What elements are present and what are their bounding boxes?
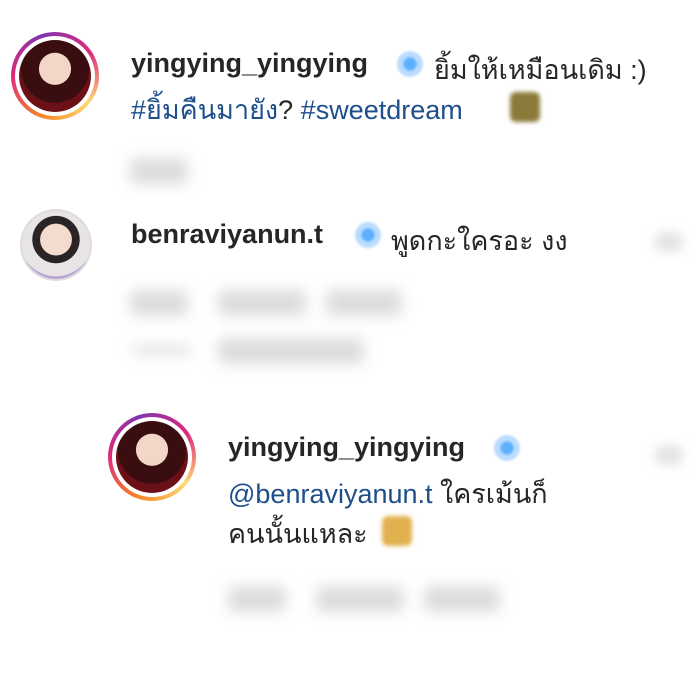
- comment-text: ใครเม้นก็: [440, 479, 548, 509]
- hide-replies-line: [132, 346, 192, 354]
- verified-badge-icon: [397, 51, 423, 77]
- comment-username[interactable]: benraviyanun.t: [131, 219, 323, 250]
- emoji-icon: [382, 516, 412, 546]
- comment-text-line: #ยิ้มคืนมายัง? #sweetdream: [131, 88, 463, 131]
- comment-text: คนนั้นแหละ: [228, 519, 368, 549]
- comment-text: ยิ้มให้เหมือนเดิม :): [434, 55, 647, 85]
- comment-text: ?: [278, 95, 294, 125]
- profile-photo: [22, 211, 90, 279]
- reply-button[interactable]: [326, 290, 402, 316]
- avatar[interactable]: [108, 413, 196, 501]
- comment-username[interactable]: yingying_yingying: [228, 432, 465, 463]
- comment-text-line: @benraviyanun.t ใครเม้นก็: [228, 472, 548, 515]
- heart-icon[interactable]: [655, 445, 683, 465]
- heart-icon[interactable]: [655, 232, 683, 252]
- profile-photo: [116, 421, 188, 493]
- hide-replies-button[interactable]: [218, 338, 364, 364]
- emoji-icon: [510, 92, 540, 122]
- comment-username[interactable]: yingying_yingying: [131, 48, 368, 79]
- avatar[interactable]: [20, 209, 92, 281]
- comment-text: พูดกะใครอะ งง: [391, 226, 568, 256]
- likes-count[interactable]: [316, 586, 404, 612]
- verified-badge-icon: [355, 222, 381, 248]
- comment-time: [228, 586, 286, 612]
- reply-button[interactable]: [424, 586, 500, 612]
- hashtag-link[interactable]: #ยิ้มคืนมายัง: [131, 95, 278, 125]
- comment-time: [130, 290, 188, 316]
- profile-photo: [19, 40, 91, 112]
- likes-count[interactable]: [218, 290, 306, 316]
- verified-badge-icon: [494, 435, 520, 461]
- mention-link[interactable]: @benraviyanun.t: [228, 479, 433, 509]
- comment-time: [130, 158, 188, 184]
- hashtag-link[interactable]: #sweetdream: [301, 95, 463, 125]
- avatar[interactable]: [11, 32, 99, 120]
